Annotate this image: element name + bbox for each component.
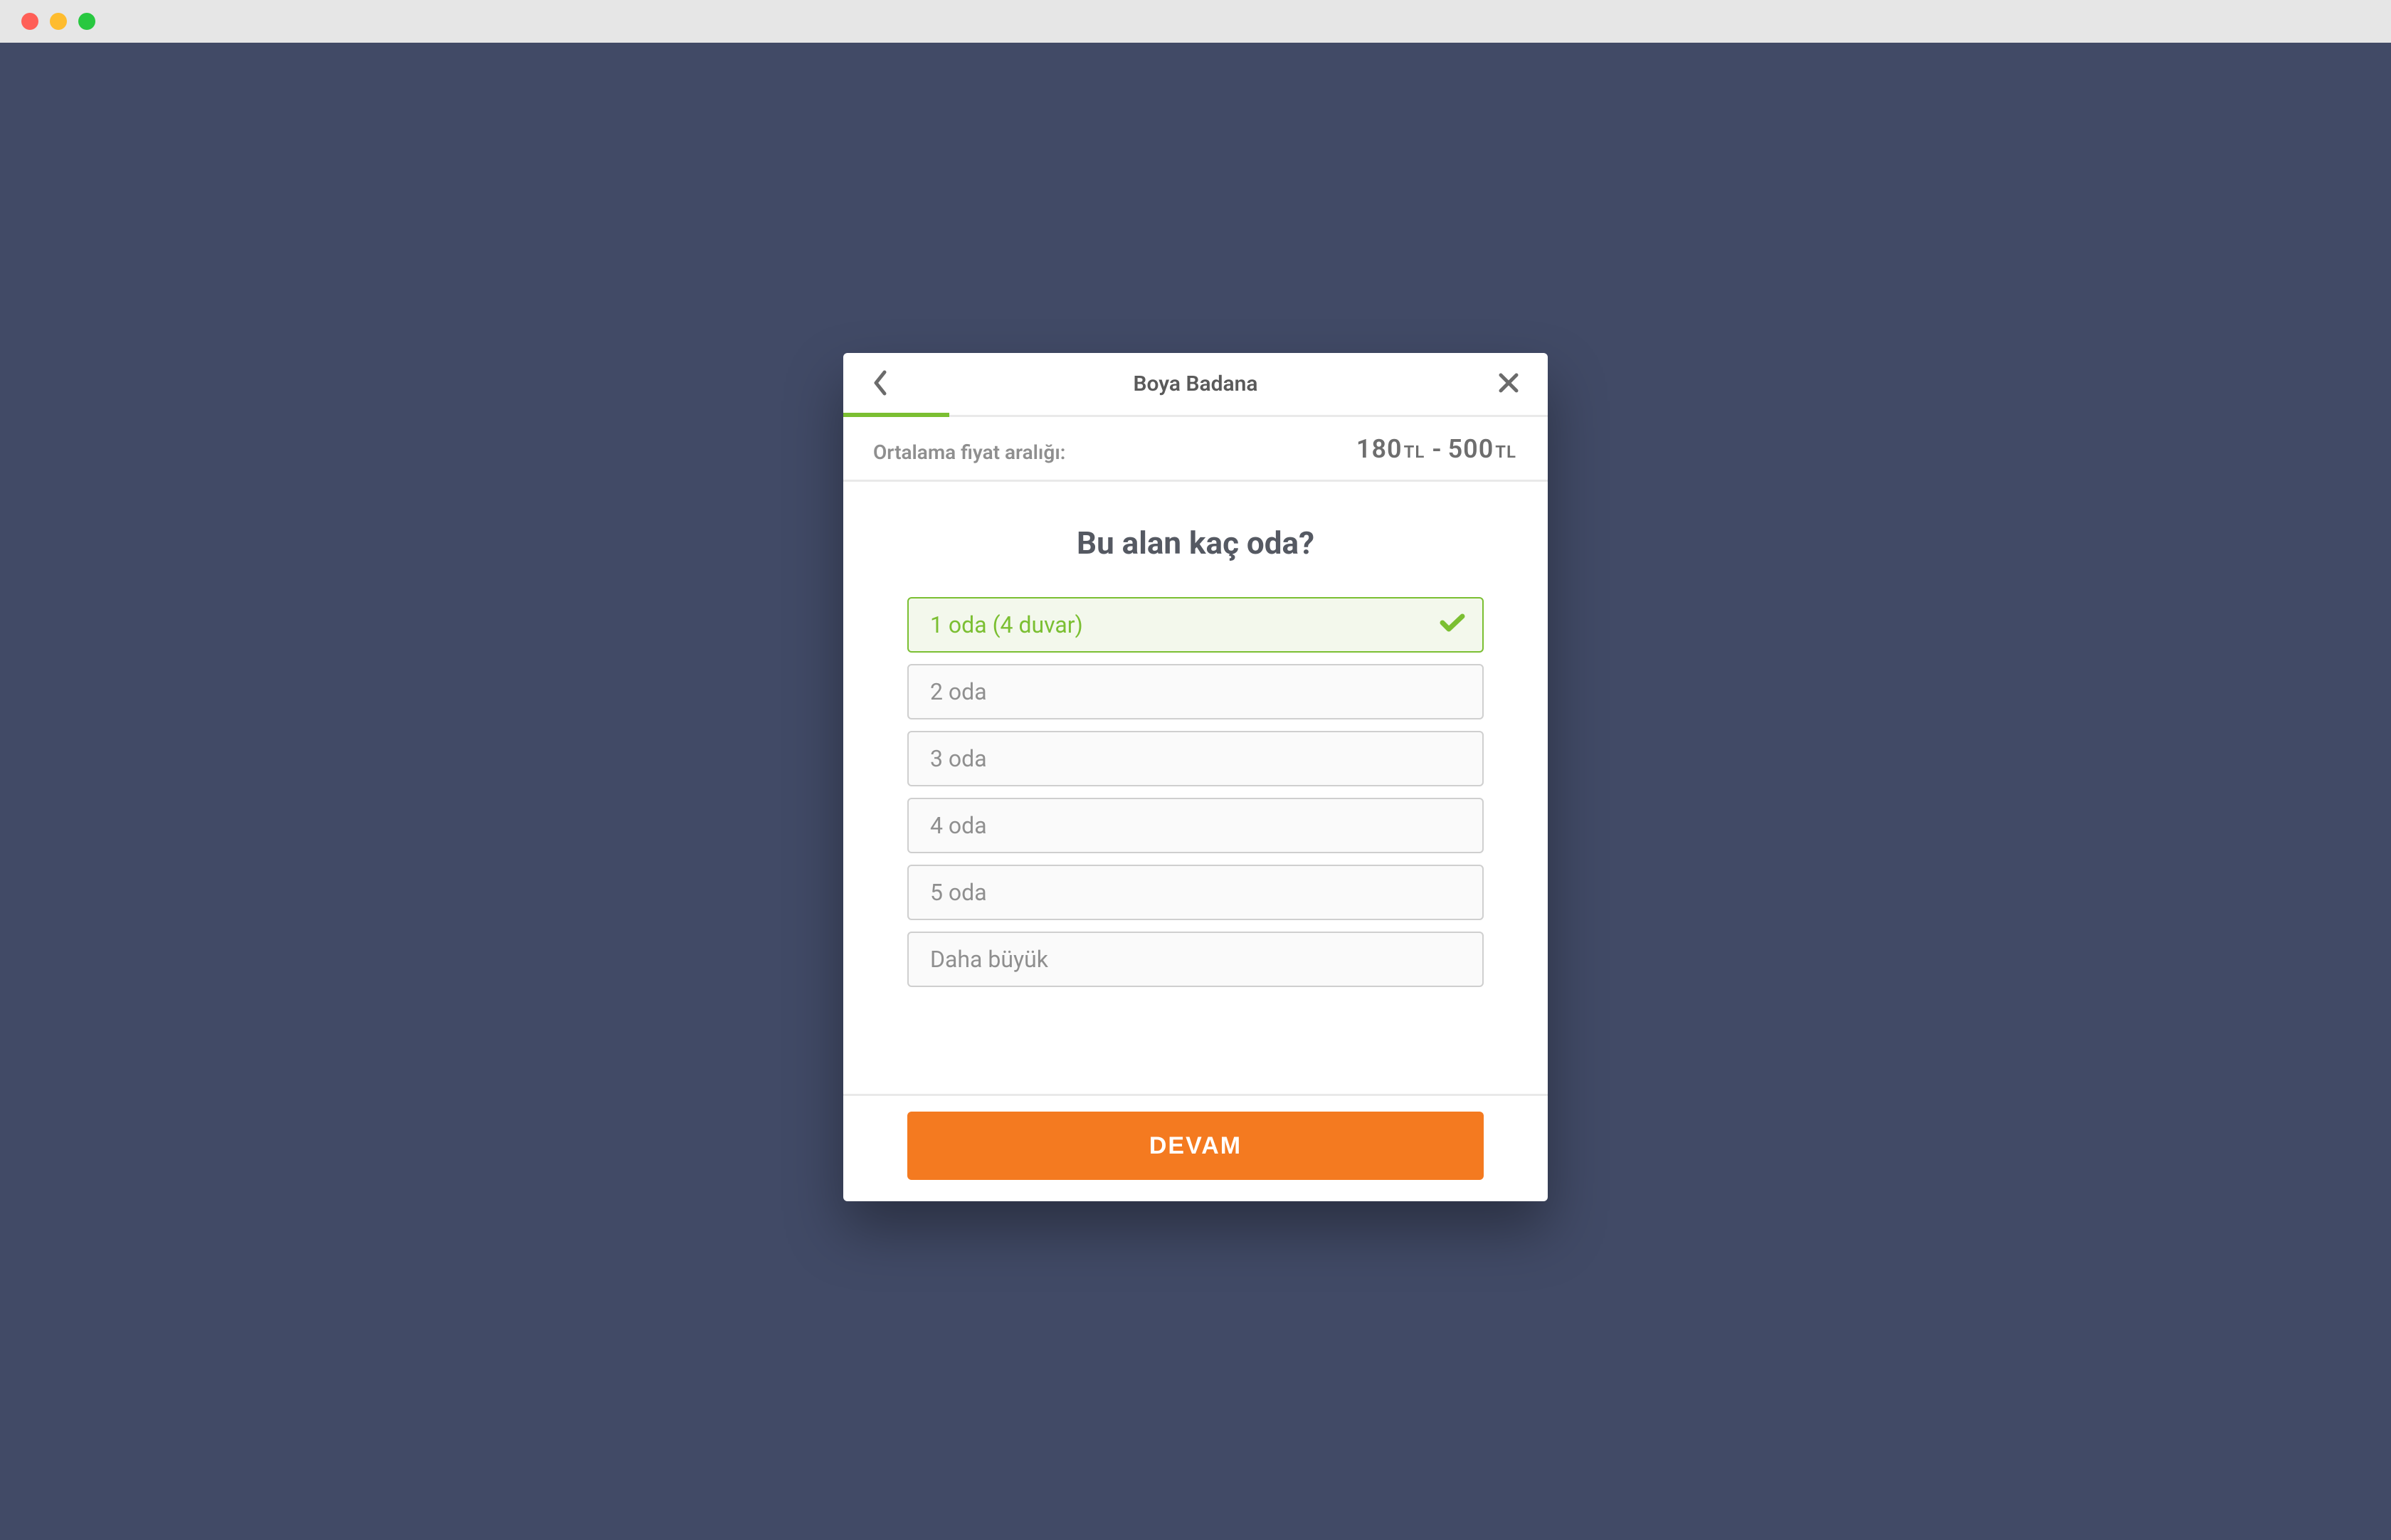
- price-range-value: 180TL - 500TL: [1356, 434, 1518, 464]
- window-titlebar: [0, 0, 2391, 43]
- service-question-modal: Boya Badana Ortalama fiyat aralığı: 180T…: [843, 353, 1548, 1201]
- option-label: 4 oda: [930, 812, 987, 839]
- close-icon: [1497, 371, 1520, 397]
- option-label: 5 oda: [930, 879, 987, 906]
- close-button[interactable]: [1491, 366, 1526, 402]
- price-range-label: Ortalama fiyat aralığı:: [873, 441, 1065, 464]
- spacer: [843, 987, 1548, 1094]
- price-max: 500: [1448, 434, 1494, 464]
- option-3-oda[interactable]: 3 oda: [907, 731, 1484, 786]
- option-4-oda[interactable]: 4 oda: [907, 798, 1484, 853]
- progress-bar: [843, 413, 949, 417]
- back-button[interactable]: [862, 366, 897, 402]
- check-icon: [1440, 611, 1465, 638]
- option-2-oda[interactable]: 2 oda: [907, 664, 1484, 719]
- window-zoom-traffic-light[interactable]: [78, 13, 95, 30]
- option-label: 3 oda: [930, 745, 987, 772]
- options-list: 1 oda (4 duvar) 2 oda 3 oda: [843, 597, 1548, 987]
- modal-footer: DEVAM: [843, 1096, 1548, 1201]
- option-daha-buyuk[interactable]: Daha büyük: [907, 932, 1484, 987]
- price-range-row: Ortalama fiyat aralığı: 180TL - 500TL: [843, 417, 1548, 482]
- window-minimize-traffic-light[interactable]: [50, 13, 67, 30]
- option-5-oda[interactable]: 5 oda: [907, 865, 1484, 920]
- app-background: Boya Badana Ortalama fiyat aralığı: 180T…: [0, 43, 2391, 1540]
- modal-title: Boya Badana: [1133, 371, 1257, 396]
- modal-header: Boya Badana: [843, 353, 1548, 417]
- option-label: Daha büyük: [930, 946, 1048, 973]
- price-min: 180: [1356, 434, 1403, 464]
- option-label: 2 oda: [930, 678, 987, 705]
- option-label: 1 oda (4 duvar): [930, 611, 1083, 638]
- window-close-traffic-light[interactable]: [21, 13, 38, 30]
- option-1-oda[interactable]: 1 oda (4 duvar): [907, 597, 1484, 653]
- continue-button[interactable]: DEVAM: [907, 1112, 1484, 1180]
- chevron-left-icon: [872, 369, 887, 399]
- currency-label: TL: [1404, 442, 1425, 462]
- currency-label: TL: [1495, 442, 1516, 462]
- price-separator: -: [1432, 434, 1442, 464]
- question-heading: Bu alan kaç oda?: [843, 482, 1548, 597]
- continue-button-label: DEVAM: [1149, 1132, 1242, 1160]
